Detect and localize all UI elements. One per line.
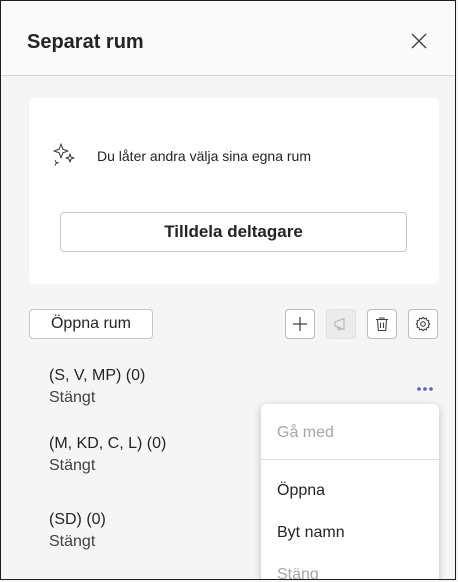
room-name: (S, V, MP) (0)	[49, 367, 146, 384]
room-settings-button[interactable]	[408, 309, 438, 339]
open-rooms-button[interactable]: Öppna rum	[29, 309, 153, 339]
panel-title: Separat rum	[27, 31, 144, 53]
room-context-menu: Gå med Öppna Byt namn Stäng	[261, 404, 439, 579]
menu-item-join[interactable]: Gå med	[277, 424, 334, 442]
close-icon	[411, 33, 427, 49]
room-more-options-button[interactable]	[412, 381, 438, 397]
panel-header: Separat rum	[1, 1, 455, 76]
room-item[interactable]: (M, KD, C, L) (0) Stängt	[49, 433, 166, 477]
sparkle-icon	[53, 143, 75, 166]
add-icon	[293, 317, 307, 331]
delete-rooms-button[interactable]	[367, 309, 397, 339]
add-room-button[interactable]	[285, 309, 315, 339]
menu-divider	[261, 459, 439, 460]
room-item[interactable]: (S, V, MP) (0) Stängt	[49, 365, 145, 409]
room-item[interactable]: (SD) (0) Stängt	[49, 509, 106, 553]
room-status: Stängt	[49, 457, 96, 474]
menu-item-rename[interactable]: Byt namn	[277, 524, 345, 542]
room-name: (SD) (0)	[49, 511, 106, 528]
room-name: (M, KD, C, L) (0)	[49, 435, 167, 452]
delete-icon	[376, 317, 388, 332]
menu-item-open[interactable]: Öppna	[277, 482, 325, 500]
announce-icon	[334, 317, 345, 331]
more-icon	[417, 387, 433, 391]
room-status: Stängt	[49, 389, 96, 406]
room-status: Stängt	[49, 533, 96, 550]
assign-participants-button[interactable]: Tilldela deltagare	[60, 212, 407, 252]
close-button[interactable]	[405, 27, 433, 55]
announce-button[interactable]	[326, 309, 356, 339]
assignment-card: Du låter andra välja sina egna rum Tilld…	[29, 98, 439, 284]
menu-item-close[interactable]: Stäng	[277, 566, 319, 579]
breakout-rooms-panel: Separat rum Du låter andra välja sina eg…	[0, 0, 456, 580]
settings-icon	[415, 316, 431, 332]
assignment-info-text: Du låter andra välja sina egna rum	[97, 148, 312, 164]
